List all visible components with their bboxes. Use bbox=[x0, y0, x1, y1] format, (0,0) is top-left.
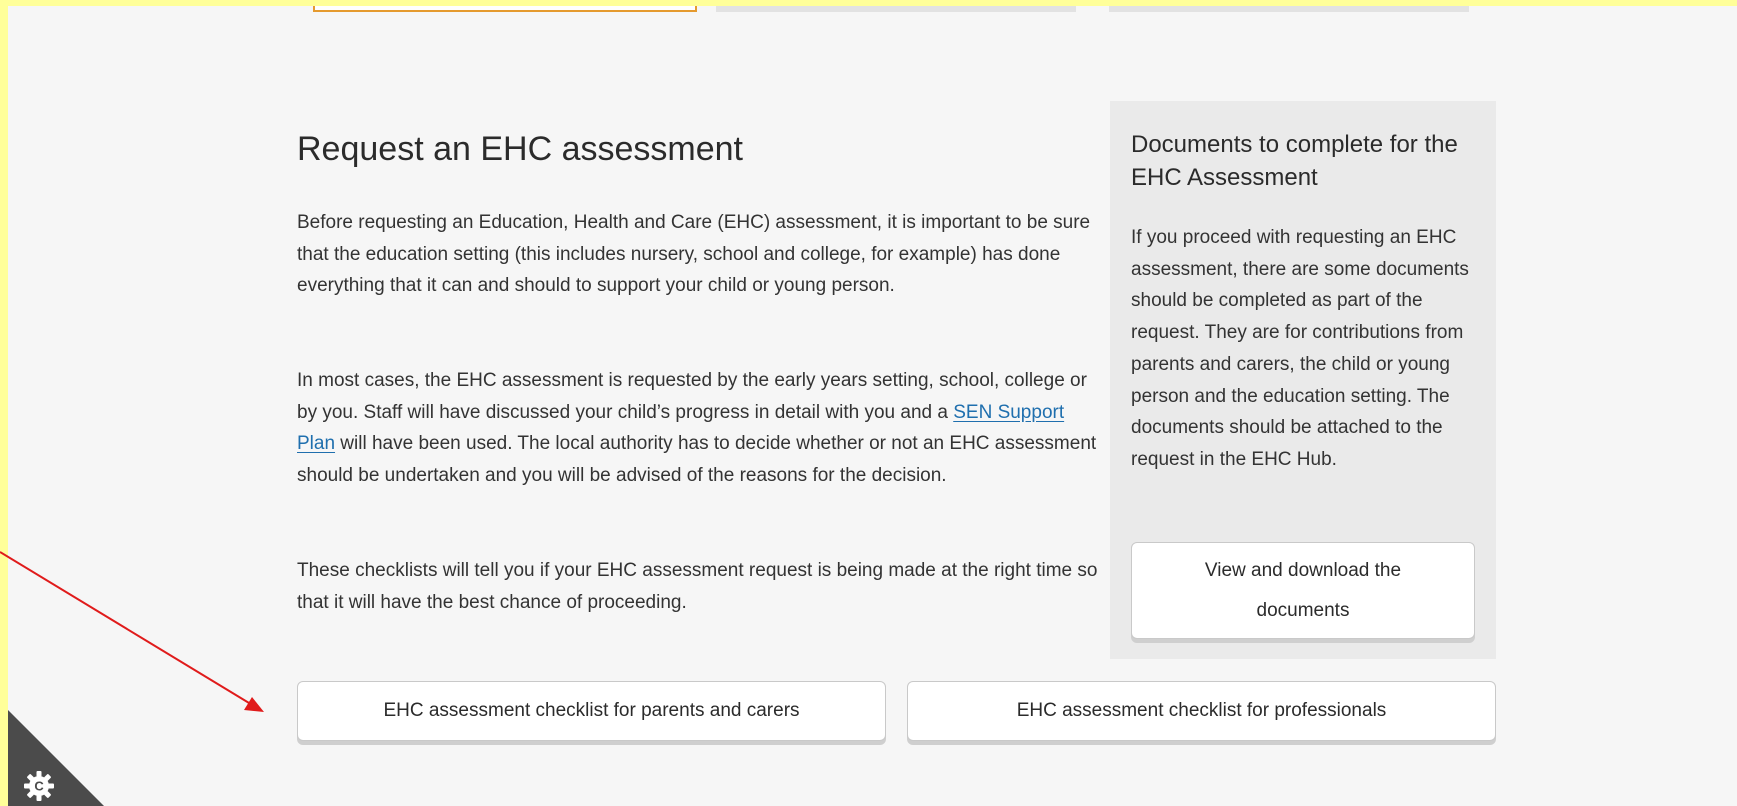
svg-text:C: C bbox=[34, 779, 44, 794]
tab-third[interactable] bbox=[1109, 6, 1469, 12]
process-paragraph-end: will have been used. The local authority… bbox=[297, 433, 1097, 487]
professionals-checklist-button[interactable]: EHC assessment checklist for professiona… bbox=[907, 681, 1496, 741]
documents-sidebar: Documents to complete for the EHC Assess… bbox=[1110, 101, 1496, 659]
process-paragraph: In most cases, the EHC assessment is req… bbox=[297, 365, 1102, 492]
parents-checklist-button[interactable]: EHC assessment checklist for parents and… bbox=[297, 681, 886, 741]
tab-active[interactable] bbox=[313, 6, 697, 12]
view-download-documents-button[interactable]: View and download the documents bbox=[1131, 542, 1475, 639]
sidebar-title: Documents to complete for the EHC Assess… bbox=[1131, 131, 1458, 191]
gear-icon: C bbox=[24, 771, 54, 801]
cookie-settings-button[interactable]: C bbox=[8, 710, 104, 806]
intro-paragraph: Before requesting an Education, Health a… bbox=[297, 212, 1091, 297]
checklist-paragraph: These checklists will tell you if your E… bbox=[297, 560, 1098, 613]
page-title: Request an EHC assessment bbox=[297, 130, 743, 168]
sidebar-body: If you proceed with requesting an EHC as… bbox=[1131, 227, 1469, 470]
tab-second[interactable] bbox=[716, 6, 1076, 12]
page-viewport: Request an EHC assessment Before request… bbox=[8, 6, 1737, 806]
